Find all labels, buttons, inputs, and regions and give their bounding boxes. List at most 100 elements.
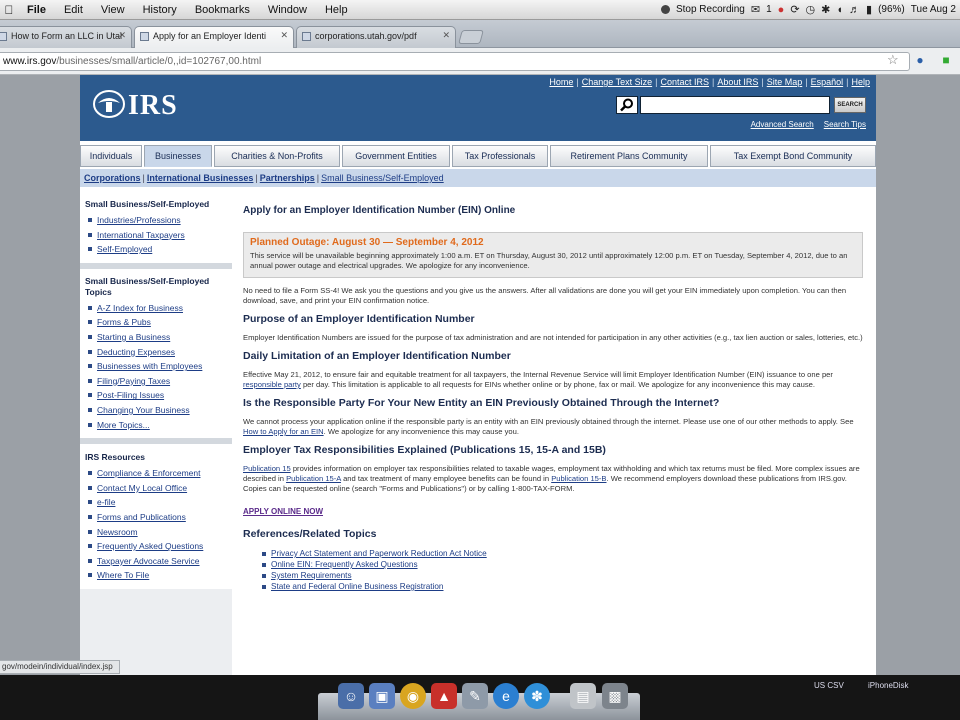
menu-view[interactable]: View bbox=[92, 4, 134, 16]
chrome-icon[interactable]: ◉ bbox=[400, 683, 426, 709]
ie-icon[interactable]: e bbox=[493, 683, 519, 709]
wifi-icon[interactable]: ◖ bbox=[836, 4, 843, 16]
tab-utah-pdf[interactable]: corporations.utah.gov/pdf ✕ bbox=[296, 26, 456, 48]
menu-window[interactable]: Window bbox=[259, 4, 316, 16]
sidebar-link[interactable]: Businesses with Employees bbox=[97, 361, 202, 371]
subnav-partnerships[interactable]: Partnerships bbox=[260, 173, 315, 183]
sidebar-link[interactable]: Compliance & Enforcement bbox=[97, 468, 200, 478]
link-help[interactable]: Help bbox=[851, 77, 870, 87]
acrobat-icon[interactable]: ▲ bbox=[431, 683, 457, 709]
menu-bookmarks[interactable]: Bookmarks bbox=[186, 4, 259, 16]
bluetooth-icon[interactable]: ✱ bbox=[821, 3, 830, 16]
address-bar[interactable]: www.irs.gov/businesses/small/article/0,,… bbox=[0, 52, 910, 71]
tab-individuals[interactable]: Individuals bbox=[80, 145, 142, 167]
reference-link[interactable]: System Requirements bbox=[271, 571, 352, 580]
sidebar-item: Starting a Business bbox=[85, 330, 228, 345]
link-site-map[interactable]: Site Map bbox=[767, 77, 803, 87]
sidebar-link[interactable]: Forms and Publications bbox=[97, 512, 186, 522]
link-about-irs[interactable]: About IRS bbox=[717, 77, 758, 87]
sidebar-link[interactable]: Starting a Business bbox=[97, 332, 170, 342]
sidebar-link[interactable]: Newsroom bbox=[97, 527, 138, 537]
irs-logo[interactable]: IRS bbox=[92, 89, 178, 122]
subnav-small-business[interactable]: Small Business/Self-Employed bbox=[321, 173, 444, 183]
battery-icon[interactable]: ▮ bbox=[866, 3, 872, 16]
tab-charities[interactable]: Charities & Non-Profits bbox=[214, 145, 340, 167]
publication-15b-link[interactable]: Publication 15-B bbox=[551, 474, 606, 483]
how-to-apply-link[interactable]: How to Apply for an EIN bbox=[243, 427, 324, 436]
irs-search-input[interactable] bbox=[640, 96, 830, 114]
search-button[interactable]: SEARCH bbox=[834, 97, 866, 113]
tab-retirement-plans[interactable]: Retirement Plans Community bbox=[550, 145, 708, 167]
trash-icon[interactable]: ▩ bbox=[602, 683, 628, 709]
documents-icon[interactable]: ▤ bbox=[570, 683, 596, 709]
textedit-icon[interactable]: ✎ bbox=[462, 683, 488, 709]
tab-government-entities[interactable]: Government Entities bbox=[342, 145, 450, 167]
publication-15-link[interactable]: Publication 15 bbox=[243, 464, 291, 473]
reference-link[interactable]: Privacy Act Statement and Paperwork Redu… bbox=[271, 549, 487, 558]
clock-icon[interactable]: ◷ bbox=[806, 3, 816, 16]
sidebar-link[interactable]: A-Z Index for Business bbox=[97, 303, 183, 313]
mail-icon[interactable]: ✉ bbox=[751, 3, 760, 16]
menu-file[interactable]: File bbox=[18, 4, 55, 16]
reference-link[interactable]: Online EIN: Frequently Asked Questions bbox=[271, 560, 418, 569]
sidebar-link[interactable]: Self-Employed bbox=[97, 244, 152, 254]
link-home[interactable]: Home bbox=[549, 77, 573, 87]
left-sidebar: Small Business/Self-Employed Industries/… bbox=[80, 191, 232, 675]
menu-help[interactable]: Help bbox=[316, 4, 357, 16]
sidebar-link[interactable]: e-file bbox=[97, 497, 115, 507]
sidebar-link[interactable]: Filing/Paying Taxes bbox=[97, 376, 170, 386]
sidebar-link[interactable]: Changing Your Business bbox=[97, 405, 190, 415]
sidebar-link[interactable]: Post-Filing Issues bbox=[97, 390, 164, 400]
preview-icon[interactable]: ▣ bbox=[369, 683, 395, 709]
subnav-corporations[interactable]: Corporations bbox=[84, 173, 141, 183]
sidebar-item: Post-Filing Issues bbox=[85, 388, 228, 403]
subnav-international[interactable]: International Businesses bbox=[147, 173, 254, 183]
publication-15a-link[interactable]: Publication 15-A bbox=[286, 474, 341, 483]
desktop-label-iphonedisk[interactable]: iPhoneDisk bbox=[868, 681, 908, 690]
sidebar-link[interactable]: Forms & Pubs bbox=[97, 317, 151, 327]
sidebar-link[interactable]: International Taxpayers bbox=[97, 230, 185, 240]
desktop-label-us-csv[interactable]: US CSV bbox=[814, 681, 844, 690]
tab-apply-ein[interactable]: Apply for an Employer Identi ✕ bbox=[134, 26, 294, 48]
alert-icon[interactable]: ● bbox=[778, 4, 785, 16]
extension-icon-2[interactable]: ■ bbox=[938, 53, 954, 69]
sidebar-link[interactable]: Deducting Expenses bbox=[97, 347, 175, 357]
safari-icon[interactable]: ✽ bbox=[524, 683, 550, 709]
new-tab-button[interactable] bbox=[458, 30, 484, 44]
extension-icon[interactable]: ● bbox=[912, 53, 928, 69]
sidebar-link[interactable]: Frequently Asked Questions bbox=[97, 541, 203, 551]
sidebar-link[interactable]: Taxpayer Advocate Service bbox=[97, 556, 200, 566]
bookmark-star-icon[interactable]: ☆ bbox=[887, 52, 899, 68]
finder-icon[interactable]: ☺ bbox=[338, 683, 364, 709]
link-advanced-search[interactable]: Advanced Search bbox=[751, 120, 814, 129]
sidebar-link[interactable]: Contact My Local Office bbox=[97, 483, 187, 493]
apple-icon[interactable]:  bbox=[0, 3, 18, 17]
heading-employer-tax: Employer Tax Responsibilities Explained … bbox=[243, 444, 606, 456]
menu-history[interactable]: History bbox=[134, 4, 186, 16]
responsible-party-link[interactable]: responsible party bbox=[243, 380, 301, 389]
link-espanol[interactable]: Español bbox=[811, 77, 844, 87]
close-icon[interactable]: ✕ bbox=[118, 30, 126, 41]
link-search-tips[interactable]: Search Tips bbox=[824, 120, 866, 129]
reference-link[interactable]: State and Federal Online Business Regist… bbox=[271, 582, 444, 591]
link-contact-irs[interactable]: Contact IRS bbox=[660, 77, 709, 87]
tab-tax-professionals[interactable]: Tax Professionals bbox=[452, 145, 548, 167]
sync-icon[interactable]: ⟳ bbox=[790, 3, 799, 16]
stop-recording-label[interactable]: Stop Recording bbox=[676, 4, 745, 15]
tab-businesses[interactable]: Businesses bbox=[144, 145, 212, 167]
page-title: Apply for an Employer Identification Num… bbox=[243, 205, 516, 216]
sidebar-link[interactable]: Industries/Professions bbox=[97, 215, 181, 225]
sidebar-link[interactable]: More Topics... bbox=[97, 420, 150, 430]
close-icon[interactable]: ✕ bbox=[280, 30, 288, 41]
apply-online-now-link[interactable]: APPLY ONLINE NOW bbox=[243, 507, 323, 516]
sidebar-link[interactable]: Where To File bbox=[97, 570, 149, 580]
link-change-text-size[interactable]: Change Text Size bbox=[582, 77, 652, 87]
close-icon[interactable]: ✕ bbox=[442, 30, 450, 41]
volume-icon[interactable]: ♬ bbox=[849, 4, 860, 16]
tab-tax-exempt-bond[interactable]: Tax Exempt Bond Community bbox=[710, 145, 876, 167]
menu-edit[interactable]: Edit bbox=[55, 4, 92, 16]
tab-llc-utah[interactable]: How to Form an LLC in Utah ✕ bbox=[0, 26, 132, 48]
menubar-clock[interactable]: Tue Aug 2 bbox=[911, 4, 956, 15]
record-icon[interactable] bbox=[660, 5, 670, 14]
heading-references: References/Related Topics bbox=[243, 528, 377, 540]
